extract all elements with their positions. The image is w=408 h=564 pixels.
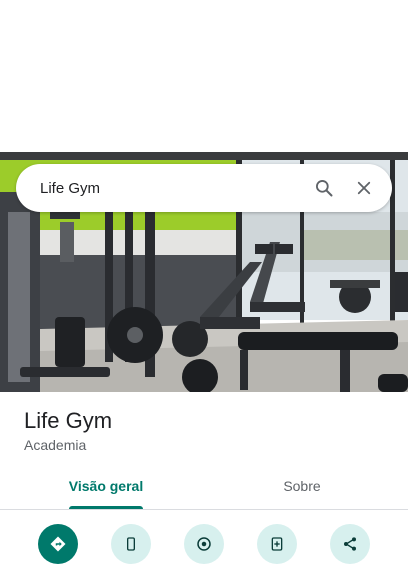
place-title: Life Gym: [24, 408, 113, 433]
search-input[interactable]: Life Gym: [40, 180, 312, 197]
save-button[interactable]: [257, 524, 297, 564]
place-category: Academia: [24, 437, 87, 453]
location-icon: [197, 537, 211, 551]
share-button[interactable]: [330, 524, 370, 564]
close-icon[interactable]: [352, 176, 376, 200]
save-icon: [271, 537, 283, 551]
search-icon[interactable]: [312, 176, 336, 200]
search-bar[interactable]: Life Gym: [16, 164, 392, 212]
location-button[interactable]: [184, 524, 224, 564]
phone-icon: [127, 537, 135, 551]
tab-bar: Visão geral Sobre: [0, 462, 408, 510]
directions-button[interactable]: [38, 524, 78, 564]
tab-overview[interactable]: Visão geral: [36, 462, 176, 510]
divider: [0, 509, 408, 510]
tab-about[interactable]: Sobre: [232, 462, 372, 510]
share-icon: [344, 537, 356, 551]
call-button[interactable]: [111, 524, 151, 564]
directions-icon: [50, 536, 66, 552]
